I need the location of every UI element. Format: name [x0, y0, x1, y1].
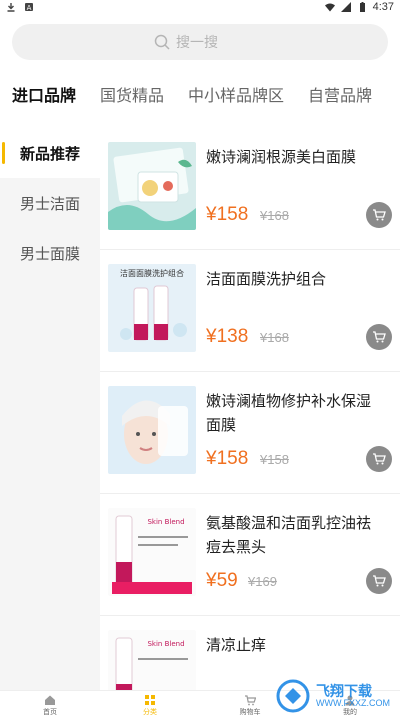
- nav-category[interactable]: 分类: [100, 691, 200, 720]
- product-price: ¥158: [206, 448, 249, 469]
- watermark: 飞翔下载 WWW.FXXZ.COM: [276, 676, 394, 716]
- nav-category-label: 分类: [143, 709, 157, 716]
- status-bar: A 4:37: [0, 0, 400, 14]
- sidebar-item-men-mask[interactable]: 男士面膜: [0, 228, 100, 278]
- thumb-brand: Skin Blend: [147, 518, 184, 526]
- thumb-caption: 洁面面膜洗护组合: [120, 268, 184, 278]
- watermark-text: 飞翔下载: [316, 683, 372, 699]
- product-image[interactable]: 洁面面膜洗护组合: [108, 264, 196, 352]
- nav-home[interactable]: 首页: [0, 691, 100, 720]
- product-original-price: ¥168: [260, 208, 289, 223]
- product-original-price: ¥168: [260, 330, 289, 345]
- product-name: 嫩诗澜植物修护补水保湿面膜: [206, 393, 372, 434]
- status-right: 4:37: [324, 1, 394, 13]
- product-original-price: ¥158: [260, 452, 289, 467]
- app-notification-icon: A: [25, 3, 33, 12]
- status-left: A: [6, 2, 34, 12]
- category-tabs: 进口品牌 国货精品 中小样品牌区 自营品牌: [0, 72, 400, 116]
- tab-imported-brands[interactable]: 进口品牌: [0, 82, 88, 106]
- cart-icon: [373, 209, 386, 221]
- watermark-logo-icon: [276, 679, 310, 713]
- category-icon: [145, 695, 155, 705]
- product-price: ¥138: [206, 326, 249, 347]
- sidebar-item-men-cleanser[interactable]: 男士洁面: [0, 178, 100, 228]
- product-image[interactable]: [108, 142, 196, 230]
- tab-domestic-products[interactable]: 国货精品: [88, 82, 176, 106]
- sidebar-item-new-arrivals[interactable]: 新品推荐: [0, 128, 100, 178]
- product-name: 洁面面膜洗护组合: [206, 271, 327, 288]
- watermark-sub: WWW.FXXZ.COM: [316, 698, 390, 708]
- download-icon: [7, 3, 15, 12]
- product-card[interactable]: 嫩诗澜润根源美白面膜 ¥158 ¥168: [100, 128, 400, 250]
- product-card[interactable]: 洁面面膜洗护组合 洁面面膜洗护组合 ¥138 ¥168: [100, 250, 400, 372]
- cart-icon: [373, 453, 386, 465]
- thumb-brand: Skin Blend: [147, 640, 184, 648]
- tab-sample-brands[interactable]: 中小样品牌区: [176, 82, 296, 106]
- home-icon: [45, 695, 55, 705]
- product-image[interactable]: Skin Blend: [108, 508, 196, 596]
- search-bar[interactable]: [12, 24, 388, 60]
- tab-own-brands[interactable]: 自营品牌: [296, 82, 384, 106]
- svg-text:A: A: [27, 4, 32, 12]
- sidebar: 新品推荐 男士洁面 男士面膜: [0, 128, 100, 690]
- nav-home-label: 首页: [43, 709, 57, 716]
- product-list: 嫩诗澜润根源美白面膜 ¥158 ¥168 洁面面膜洗护组合 洁面面膜洗护组合 ¥…: [100, 128, 400, 690]
- search-input[interactable]: [176, 34, 246, 50]
- product-image[interactable]: Skin Blend: [108, 630, 196, 690]
- add-to-cart-button[interactable]: [366, 324, 392, 350]
- product-card[interactable]: 嫩诗澜植物修护补水保湿面膜 ¥158 ¥158: [100, 372, 400, 494]
- add-to-cart-button[interactable]: [366, 202, 392, 228]
- wifi-icon: [324, 3, 335, 12]
- product-original-price: ¥169: [248, 574, 277, 589]
- cart-icon: [245, 695, 256, 706]
- product-name: 清凉止痒: [206, 637, 267, 654]
- battery-icon: [359, 2, 365, 12]
- nav-cart-label: 购物车: [239, 709, 261, 716]
- product-price: ¥158: [206, 204, 249, 225]
- cart-icon: [373, 331, 386, 343]
- search-inner: [154, 34, 246, 50]
- watermark-text-group: 飞翔下载 WWW.FXXZ.COM: [316, 684, 390, 708]
- product-name: 嫩诗澜润根源美白面膜: [206, 149, 357, 166]
- product-name: 氨基酸温和洁面乳控油祛痘去黑头: [206, 515, 372, 556]
- add-to-cart-button[interactable]: [366, 446, 392, 472]
- search-icon: [154, 34, 170, 50]
- cart-icon: [373, 575, 386, 587]
- product-image[interactable]: [108, 386, 196, 474]
- product-card[interactable]: Skin Blend 氨基酸温和洁面乳控油祛痘去黑头 ¥59 ¥169: [100, 494, 400, 616]
- signal-icon: [340, 2, 351, 12]
- product-price: ¥59: [206, 570, 238, 591]
- add-to-cart-button[interactable]: [366, 568, 392, 594]
- status-time: 4:37: [372, 1, 394, 13]
